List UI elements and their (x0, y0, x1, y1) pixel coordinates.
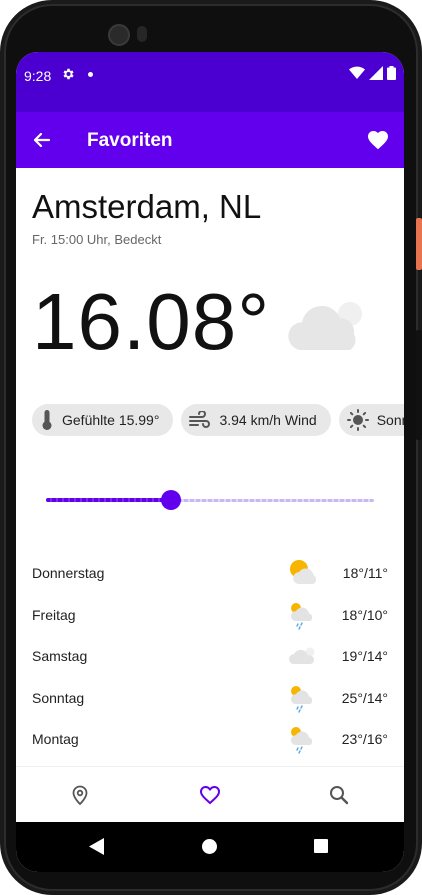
wind-icon (189, 411, 211, 428)
weather-subtitle: Fr. 15:00 Uhr, Bedeckt (32, 232, 162, 247)
bottom-navigation (16, 766, 404, 823)
sun-rain-cloud-icon (290, 602, 313, 630)
system-navigation-bar (16, 822, 404, 872)
partly-sunny-icon (290, 560, 317, 584)
slider-thumb[interactable] (160, 490, 181, 510)
volume-button[interactable] (416, 330, 422, 440)
dot-icon (88, 72, 93, 77)
chip-label: Gefühlte 15.99° (62, 412, 160, 428)
forecast-row[interactable]: Samstag 19°/14° (16, 636, 404, 678)
forecast-row[interactable]: Freitag 18°/10° (16, 595, 404, 637)
phone-device: 9:28 Favoriten Amsterdam, NL Fr. 15:00 U… (0, 0, 422, 895)
search-icon[interactable] (327, 783, 351, 807)
chip-label: Sonn (376, 412, 404, 428)
sun-rain-cloud-icon (290, 727, 313, 754)
forecast-row[interactable]: Donnerstag 18°/11° (16, 553, 404, 595)
weather-chips: Gefühlte 15.99° 3.94 km/h Wind Son (32, 404, 404, 436)
system-home-icon[interactable] (202, 839, 217, 854)
gear-icon (63, 68, 74, 80)
heart-outline-icon[interactable] (198, 783, 222, 807)
forecast-list: Donnerstag 18°/11° Freitag 18°/10° Samst… (16, 553, 404, 761)
cloud-icon (288, 647, 315, 664)
power-button[interactable] (416, 218, 422, 270)
forecast-temp: 18°/11° (342, 565, 388, 581)
slider-track-active (46, 498, 171, 502)
forecast-day: Sonntag (32, 689, 85, 706)
forecast-temp: 19°/14° (341, 648, 388, 664)
status-icons (349, 66, 396, 80)
forecast-day: Samstag (32, 648, 88, 664)
system-back-icon[interactable] (89, 838, 105, 855)
chip-label: 3.94 km/h Wind (219, 412, 317, 428)
system-recents-icon[interactable] (314, 839, 328, 853)
status-bar: 9:28 (16, 52, 404, 112)
forecast-temp: 18°/10° (341, 606, 388, 623)
forecast-row[interactable]: Montag 23°/16° (16, 719, 404, 761)
sun-rain-cloud-icon (290, 685, 313, 713)
weather-content: Amsterdam, NL Fr. 15:00 Uhr, Bedeckt 16.… (16, 168, 404, 766)
battery-icon (387, 66, 396, 80)
page-title: Favoriten (87, 130, 173, 151)
chip-wind[interactable]: 3.94 km/h Wind (181, 404, 331, 436)
front-camera (108, 24, 130, 46)
current-temperature: 16.08° (32, 277, 271, 366)
app-bar: Favoriten (16, 112, 404, 168)
signal-icon (369, 66, 383, 80)
chip-sun[interactable]: Sonn (338, 404, 404, 436)
city-name: Amsterdam, NL (32, 188, 262, 225)
forecast-day: Montag (32, 731, 79, 747)
sun-icon (346, 409, 369, 431)
forecast-row[interactable]: Sonntag 25°/14° (16, 678, 404, 720)
heart-filled-icon[interactable] (366, 128, 390, 152)
forecast-day: Freitag (32, 606, 76, 623)
phone-screen: 9:28 Favoriten Amsterdam, NL Fr. 15:00 U… (16, 52, 404, 872)
thermometer-icon (42, 410, 52, 430)
proximity-sensor (137, 26, 147, 42)
cloud-icon (288, 302, 362, 350)
forecast-temp: 25°/14° (341, 689, 388, 706)
back-arrow-icon[interactable] (30, 128, 54, 152)
status-time: 9:28 (24, 68, 52, 84)
wifi-icon (349, 66, 365, 79)
time-slider[interactable] (46, 486, 374, 514)
location-pin-icon[interactable] (68, 783, 92, 807)
chip-feels-like[interactable]: Gefühlte 15.99° (32, 404, 174, 436)
forecast-temp: 23°/16° (341, 731, 388, 747)
forecast-day: Donnerstag (32, 565, 105, 581)
